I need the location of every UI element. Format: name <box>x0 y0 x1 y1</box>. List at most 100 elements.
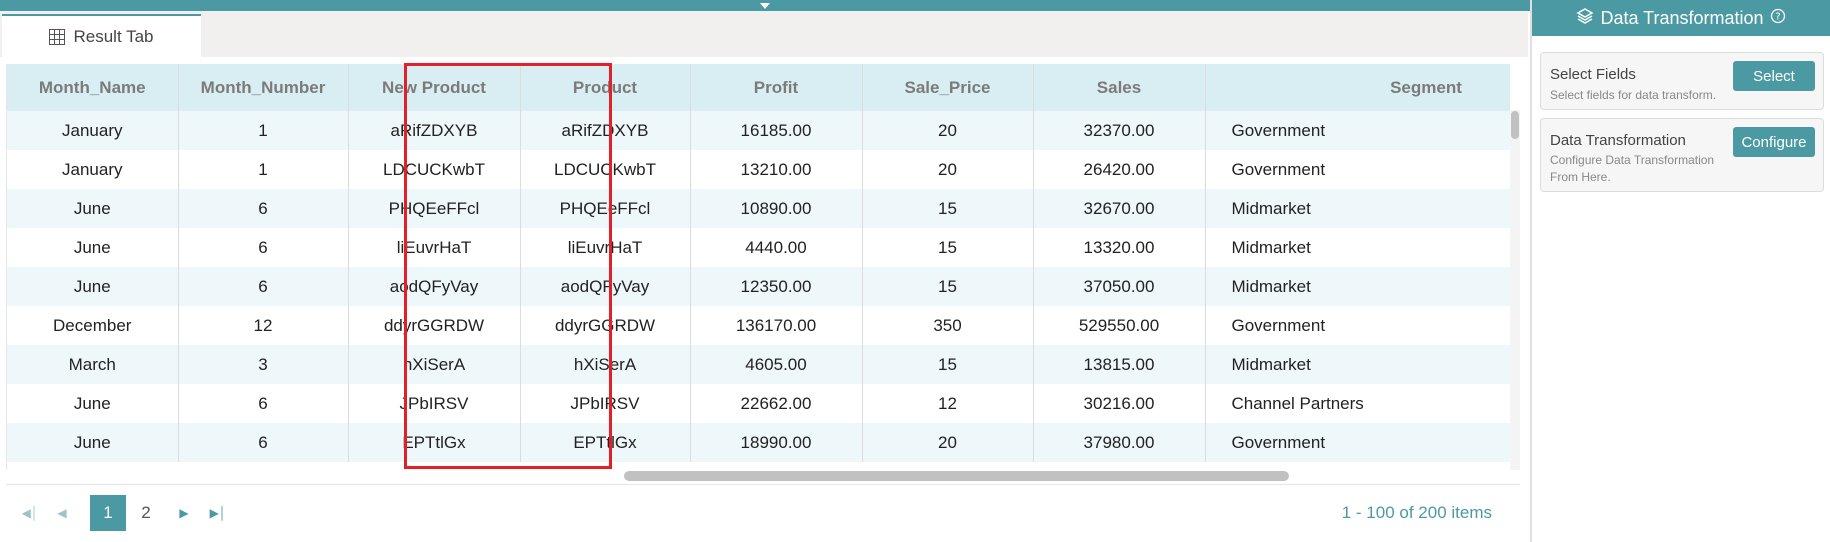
table-cell: LDCUCKwbT <box>520 150 691 189</box>
page-button-2[interactable]: 2 <box>128 495 164 531</box>
prev-page-icon[interactable]: ◀ <box>44 495 80 531</box>
select-fields-title: Select Fields <box>1550 66 1636 83</box>
table-cell: June <box>7 228 179 267</box>
table-cell: 15 <box>862 345 1034 384</box>
table-cell: June <box>7 423 179 462</box>
table-cell: 13210.00 <box>690 150 863 189</box>
data-transformation-panel: Data Transformation ? Select Fields Sele… <box>1530 0 1830 542</box>
column-header[interactable]: Sale_Price <box>862 64 1034 111</box>
table-cell: 6 <box>178 384 349 423</box>
column-header[interactable]: Segment <box>1205 64 1510 111</box>
table-cell: Midmarket <box>1205 345 1510 384</box>
pager: ◀│ ◀ 1 2 ▶ ▶│ 1 - 100 of 200 items <box>6 484 1520 538</box>
collapse-notch-icon[interactable] <box>760 3 770 9</box>
data-transformation-card: Data Transformation Configure Data Trans… <box>1540 118 1824 192</box>
page-button-1[interactable]: 1 <box>90 495 126 531</box>
select-fields-subtitle: Select fields for data transform. <box>1550 88 1717 102</box>
last-page-icon[interactable]: ▶│ <box>200 495 236 531</box>
table-cell: hXiSerA <box>348 345 521 384</box>
table-cell: 15 <box>862 228 1034 267</box>
vertical-scrollbar[interactable] <box>1510 110 1520 472</box>
table-row[interactable]: December 12 ddyrGGRDW ddyrGGRDW 136170.00 350… <box>7 306 1510 345</box>
table-cell: aodQFyVay <box>348 267 521 306</box>
table-row[interactable]: June 6 liEuvrHaT liEuvrHaT 4440.00 15 13320.00… <box>7 228 1510 267</box>
vertical-scroll-thumb[interactable] <box>1511 111 1519 139</box>
table-cell: 12 <box>862 384 1034 423</box>
table-cell: aRifZDXYB <box>348 111 521 150</box>
table-row[interactable]: January 1 LDCUCKwbT LDCUCKwbT 13210.00 20 2642… <box>7 150 1510 189</box>
tab-bar: Result Tab <box>0 11 1528 57</box>
table-cell: 30216.00 <box>1033 384 1206 423</box>
data-transformation-subtitle: Configure Data Transformation From Here. <box>1550 153 1715 184</box>
table-cell: EPTtlGx <box>520 423 691 462</box>
column-header[interactable]: New Product <box>348 64 521 111</box>
table-cell: 3 <box>178 345 349 384</box>
pager-info: 1 - 100 of 200 items <box>1341 503 1492 522</box>
table-cell: December <box>7 306 179 345</box>
table-cell: June <box>7 384 179 423</box>
table-cell: liEuvrHaT <box>348 228 521 267</box>
table-cell: aRifZDXYB <box>520 111 691 150</box>
table-cell: 16185.00 <box>690 111 863 150</box>
table-cell: PHQEeFFcl <box>348 189 521 228</box>
table-cell: Government <box>1205 423 1510 462</box>
table-cell: 15 <box>862 189 1034 228</box>
table-cell: JPbIRSV <box>520 384 691 423</box>
table-cell: 12350.00 <box>690 267 863 306</box>
table-cell: 22662.00 <box>690 384 863 423</box>
table-cell: 6 <box>178 267 349 306</box>
column-header[interactable]: Profit <box>690 64 863 111</box>
help-icon[interactable]: ? <box>1770 8 1786 29</box>
table-cell: June <box>7 189 179 228</box>
data-grid: Month_Name Month_Number New Product Product… <box>6 64 1510 472</box>
table-cell: 12 <box>178 306 349 345</box>
table-cell: 32370.00 <box>1033 111 1206 150</box>
tab-result-label: Result Tab <box>73 26 154 46</box>
table-cell: 10890.00 <box>690 189 863 228</box>
table-row[interactable]: June 6 JPbIRSV JPbIRSV 22662.00 12 30216.00 Cha… <box>7 384 1510 423</box>
tab-result[interactable]: Result Tab <box>2 14 201 57</box>
table-row[interactable]: June 6 PHQEeFFcl PHQEeFFcl 10890.00 15 32670.0… <box>7 189 1510 228</box>
table-row[interactable]: March 3 hXiSerA hXiSerA 4605.00 15 13815.00 Mid… <box>7 345 1510 384</box>
table-cell: June <box>7 267 179 306</box>
select-button[interactable]: Select <box>1733 61 1815 91</box>
configure-button[interactable]: Configure <box>1733 127 1815 157</box>
table-cell: Government <box>1205 150 1510 189</box>
table-cell: 20 <box>862 150 1034 189</box>
table-cell: 529550.00 <box>1033 306 1206 345</box>
column-header[interactable]: Month_Name <box>7 64 179 111</box>
table-cell: March <box>7 345 179 384</box>
column-header[interactable]: Product <box>520 64 691 111</box>
table-cell: Midmarket <box>1205 228 1510 267</box>
table-cell: JPbIRSV <box>348 384 521 423</box>
table-cell: 20 <box>862 423 1034 462</box>
next-page-icon[interactable]: ▶ <box>166 495 202 531</box>
table-cell: Midmarket <box>1205 189 1510 228</box>
panel-title: Data Transformation <box>1600 7 1764 28</box>
table-row[interactable]: June 6 aodQFyVay aodQFyVay 12350.00 15 37050.0… <box>7 267 1510 306</box>
select-fields-card: Select Fields Select fields for data tra… <box>1540 52 1824 110</box>
table-cell: January <box>7 150 179 189</box>
table-cell: ddyrGGRDW <box>520 306 691 345</box>
table-cell: 37050.00 <box>1033 267 1206 306</box>
data-transformation-title: Data Transformation <box>1550 132 1686 149</box>
table-cell: 13815.00 <box>1033 345 1206 384</box>
first-page-icon[interactable]: ◀│ <box>12 495 48 531</box>
table-row[interactable]: June 6 EPTtlGx EPTtlGx 18990.00 20 37980.00 Gov… <box>7 423 1510 462</box>
table-cell: 6 <box>178 228 349 267</box>
table-cell: ddyrGGRDW <box>348 306 521 345</box>
horizontal-scroll-thumb[interactable] <box>624 471 1289 481</box>
table-row[interactable]: January 1 aRifZDXYB aRifZDXYB 16185.00 20 3237… <box>7 111 1510 150</box>
table-cell: 20 <box>862 111 1034 150</box>
table-cell: EPTtlGx <box>348 423 521 462</box>
table-cell: 350 <box>862 306 1034 345</box>
column-header[interactable]: Sales <box>1033 64 1206 111</box>
result-area: Result Tab Month_Name Month_Number New Pro… <box>0 0 1530 542</box>
table-cell: 6 <box>178 423 349 462</box>
table-cell: 1 <box>178 111 349 150</box>
table-cell: 4440.00 <box>690 228 863 267</box>
layers-icon <box>1576 7 1594 30</box>
table-cell: liEuvrHaT <box>520 228 691 267</box>
table-cell: PHQEeFFcl <box>520 189 691 228</box>
column-header[interactable]: Month_Number <box>178 64 349 111</box>
